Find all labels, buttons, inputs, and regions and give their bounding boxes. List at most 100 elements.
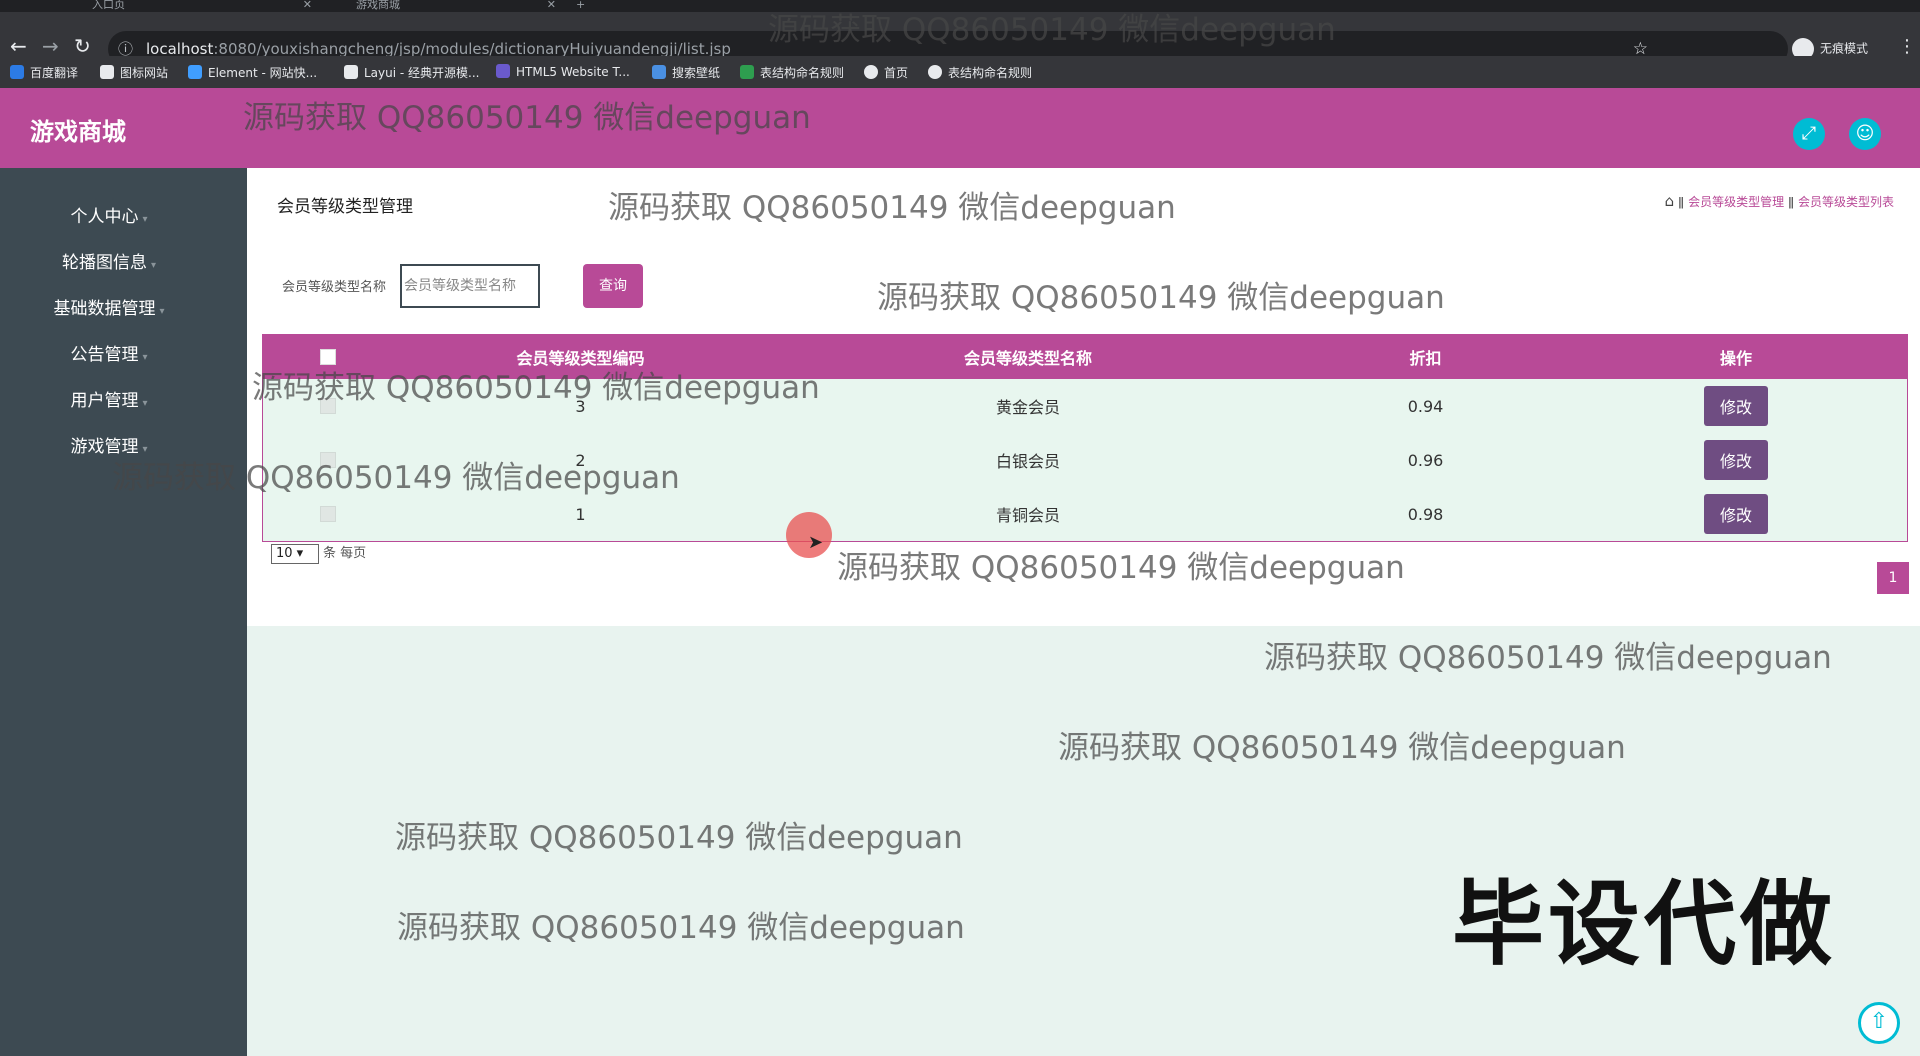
- browser-menu-icon[interactable]: ⋮: [1898, 36, 1916, 57]
- watermark-text: 源码获取 QQ86050149 微信deepguan: [395, 820, 963, 856]
- watermark-text: 源码获取 QQ86050149 微信deepguan: [837, 550, 1405, 586]
- incognito-label: 无痕模式: [1820, 41, 1869, 56]
- watermark-text: 源码获取 QQ86050149 微信deepguan: [397, 910, 965, 946]
- chevron-down-icon: ▾: [142, 214, 148, 225]
- sidebar-item-profile[interactable]: 个人中心 ▾: [0, 202, 218, 227]
- bookmark-item[interactable]: 表结构命名规则: [928, 64, 1032, 81]
- chevron-down-icon: ▾: [142, 352, 148, 363]
- sidebar-item-label: 用户管理: [70, 391, 139, 411]
- reload-icon[interactable]: ↻: [74, 36, 91, 56]
- column-header: 操作: [1719, 349, 1752, 368]
- bookmark-label: 搜索壁纸: [672, 66, 721, 80]
- page-size-select[interactable]: 10 ▾: [271, 544, 319, 564]
- column-header[interactable]: 折扣: [1288, 335, 1563, 379]
- bookmark-icon: [10, 65, 24, 79]
- sidebar: 个人中心 ▾ 轮播图信息 ▾ 基础数据管理 ▾ 公告管理 ▾ 用户管理 ▾ 游戏管理 ▾: [0, 168, 247, 1056]
- breadcrumb-separator: ǁ: [1788, 195, 1794, 209]
- edit-button[interactable]: 修改: [1704, 494, 1768, 534]
- watermark-text: 源码获取 QQ86050149 微信deepguan: [608, 190, 1176, 226]
- cell-actions: 修改: [1563, 379, 1909, 433]
- bookmark-icon: [740, 65, 754, 79]
- breadcrumb-separator: ǁ: [1678, 195, 1685, 209]
- watermark-text: 源码获取 QQ86050149 微信deepguan: [768, 12, 1336, 48]
- sidebar-item-label: 基础数据管理: [53, 299, 156, 319]
- promo-watermark: 毕设代做: [1452, 871, 1837, 978]
- bookmark-label: 表结构命名规则: [948, 66, 1033, 80]
- bookmark-item[interactable]: 首页: [864, 64, 908, 81]
- bookmark-label: Element - 网站快...: [208, 66, 318, 80]
- cell-discount: 0.98: [1407, 504, 1444, 524]
- forward-icon[interactable]: →: [42, 36, 59, 56]
- cell-discount: 0.96: [1407, 450, 1444, 470]
- cell-name: 黄金会员: [995, 398, 1060, 417]
- bookmark-label: 百度翻译: [30, 66, 79, 80]
- page-number-button[interactable]: 1: [1877, 562, 1909, 594]
- scroll-to-top-icon[interactable]: ⇧: [1858, 1002, 1900, 1044]
- new-tab-button[interactable]: +: [576, 0, 596, 12]
- tab-label: 入口页: [92, 0, 125, 11]
- search-label: 会员等级类型名称: [282, 280, 387, 295]
- sidebar-item-label: 个人中心: [70, 207, 139, 227]
- cell-name: 白银会员: [995, 452, 1060, 471]
- edit-button[interactable]: 修改: [1704, 386, 1768, 426]
- bookmark-item[interactable]: HTML5 Website T...: [496, 64, 630, 79]
- bookmark-item[interactable]: 搜索壁纸: [652, 64, 720, 81]
- bookmark-icon: [864, 65, 878, 79]
- breadcrumb-item[interactable]: 会员等级类型列表: [1798, 195, 1894, 209]
- sidebar-item-notices[interactable]: 公告管理 ▾: [0, 340, 218, 365]
- breadcrumb: ⌂ ǁ 会员等级类型管理 ǁ 会员等级类型列表: [1665, 192, 1894, 210]
- bookmark-icon: [496, 64, 510, 78]
- column-header[interactable]: 会员等级类型名称: [768, 335, 1288, 379]
- bookmark-icon: [344, 65, 358, 79]
- sidebar-item-base-data[interactable]: 基础数据管理 ▾: [0, 294, 218, 319]
- watermark-text: 源码获取 QQ86050149 微信deepguan: [112, 460, 680, 496]
- page-size-control: 10 ▾ 条 每页: [271, 542, 366, 564]
- bookmark-label: Layui - 经典开源模...: [364, 66, 480, 80]
- bookmark-icon: [100, 65, 114, 79]
- fullscreen-icon[interactable]: ⤢: [1793, 118, 1825, 150]
- bookmark-item[interactable]: Element - 网站快...: [188, 64, 317, 81]
- bookmark-item[interactable]: 图标网站: [100, 64, 168, 81]
- edit-button[interactable]: 修改: [1704, 440, 1768, 480]
- bookmark-icon: [652, 65, 666, 79]
- watermark-text: 源码获取 QQ86050149 微信deepguan: [877, 280, 1445, 316]
- sidebar-item-label: 公告管理: [70, 345, 139, 365]
- breadcrumb-item[interactable]: 会员等级类型管理: [1688, 195, 1784, 209]
- search-input[interactable]: [400, 264, 540, 308]
- home-icon[interactable]: ⌂: [1665, 192, 1675, 210]
- watermark-text: 源码获取 QQ86050149 微信deepguan: [243, 100, 811, 136]
- cell-actions: 修改: [1563, 433, 1909, 487]
- bookmark-label: HTML5 Website T...: [516, 65, 630, 79]
- page-size-suffix: 条 每页: [323, 546, 367, 561]
- close-icon[interactable]: ✕: [303, 0, 312, 10]
- chevron-down-icon: ▾: [159, 306, 165, 317]
- bookmark-item[interactable]: 表结构命名规则: [740, 64, 844, 81]
- bookmark-label: 表结构命名规则: [760, 66, 845, 80]
- bookmark-icon: [928, 65, 942, 79]
- bookmarks-bar: 百度翻译 图标网站 Element - 网站快... Layui - 经典开源模…: [0, 56, 1920, 88]
- app-brand: 游戏商城: [30, 118, 126, 146]
- user-icon[interactable]: ☺: [1849, 118, 1881, 150]
- back-icon[interactable]: ←: [10, 36, 27, 56]
- close-icon[interactable]: ✕: [547, 0, 556, 10]
- bookmark-label: 图标网站: [120, 66, 169, 80]
- browser-tab[interactable]: 入口页 ✕: [92, 0, 312, 12]
- chevron-down-icon: ▾: [150, 260, 157, 271]
- sidebar-item-label: 轮播图信息: [61, 253, 147, 273]
- bookmark-label: 首页: [884, 66, 909, 80]
- watermark-text: 源码获取 QQ86050149 微信deepguan: [252, 370, 820, 406]
- search-button[interactable]: 查询: [583, 264, 643, 308]
- browser-tab-active[interactable]: 游戏商城 ✕: [356, 0, 556, 12]
- chevron-down-icon: ▾: [142, 398, 148, 409]
- row-checkbox[interactable]: [320, 506, 336, 522]
- watermark-text: 源码获取 QQ86050149 微信deepguan: [1264, 640, 1832, 676]
- cell-discount: 0.94: [1407, 396, 1444, 416]
- watermark-text: 源码获取 QQ86050149 微信deepguan: [1058, 730, 1626, 766]
- page-title: 会员等级类型管理: [277, 197, 413, 217]
- cell-actions: 修改: [1563, 487, 1909, 541]
- tab-label: 游戏商城: [356, 0, 400, 11]
- sidebar-item-users[interactable]: 用户管理 ▾: [0, 386, 218, 411]
- sidebar-item-carousel[interactable]: 轮播图信息 ▾: [0, 248, 218, 273]
- bookmark-item[interactable]: Layui - 经典开源模...: [344, 64, 479, 81]
- bookmark-item[interactable]: 百度翻译: [10, 64, 78, 81]
